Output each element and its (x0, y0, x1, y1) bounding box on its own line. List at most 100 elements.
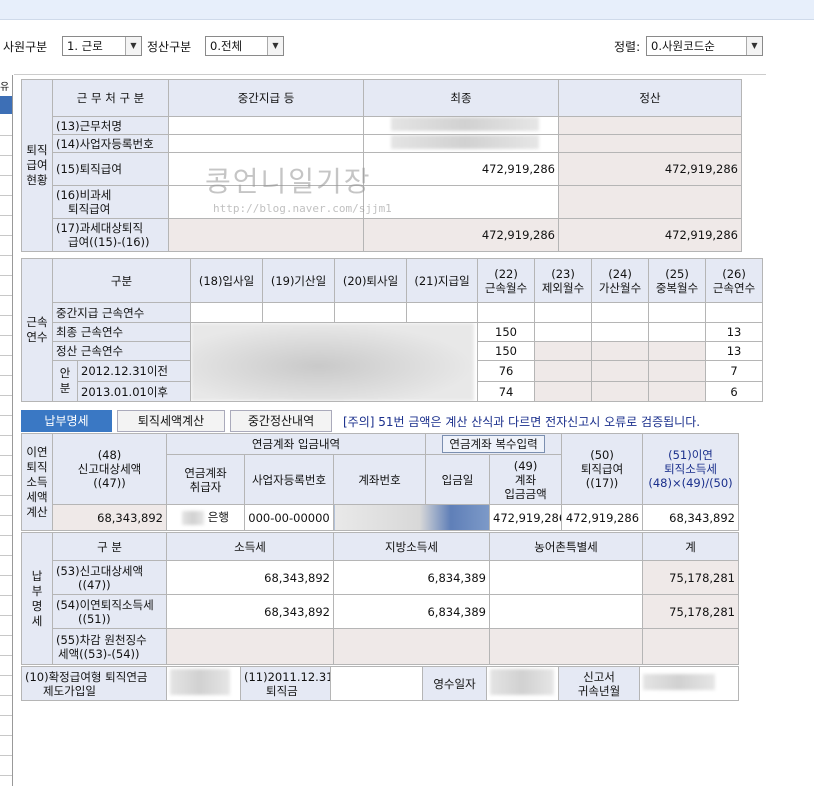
tab-mid-settlement[interactable]: 중간정산내역 (230, 410, 332, 432)
pension-bank[interactable]: 은행 (166, 504, 245, 531)
r53-local[interactable]: 6,834,389 (333, 560, 490, 595)
r55-local (333, 628, 490, 665)
row-line (0, 695, 12, 696)
r17-mid-cell (168, 218, 364, 252)
chevron-down-icon[interactable]: ▼ (746, 37, 762, 55)
employee-list-strip[interactable]: 유 (0, 75, 13, 786)
final-23[interactable] (534, 322, 593, 342)
r54-local[interactable]: 6,834,389 (333, 594, 490, 629)
final-25[interactable] (648, 322, 707, 342)
col-48-header: (48) 신고대상세액 ((47)) (52, 433, 167, 505)
pre-months[interactable]: 76 (477, 360, 536, 382)
row-17-line1: (17)과세대상퇴직 (56, 221, 144, 235)
handler-line2: 취급자 (189, 479, 222, 494)
multi-account-input-button[interactable]: 연금계좌 복수입력 (442, 435, 545, 453)
c24-num: (24) (608, 266, 632, 281)
r14-mid-cell[interactable] (168, 134, 364, 153)
pre-25 (648, 360, 707, 382)
r54-income[interactable]: 68,343,892 (166, 594, 334, 629)
value-49[interactable]: 472,919,286 (488, 504, 563, 531)
col-25-header: (25) 중복월수 (648, 258, 707, 303)
settle-months[interactable]: 150 (477, 341, 536, 361)
severance-line1: (11)2011.12.31 (244, 669, 331, 684)
row-line (0, 135, 12, 136)
row-16-line2: 퇴직급여 (68, 202, 111, 216)
mid-20[interactable] (334, 302, 408, 323)
col-24-header: (24) 가산월수 (591, 258, 650, 303)
mid-25[interactable] (648, 302, 707, 323)
post-months[interactable]: 74 (477, 381, 536, 402)
tab-payment-details[interactable]: 납부명세 (21, 410, 112, 432)
receipt-date-label: 영수일자 (422, 666, 487, 701)
redacted-account[interactable] (333, 504, 490, 531)
value-51[interactable]: 68,343,892 (642, 504, 740, 531)
row-line (0, 675, 12, 676)
report-period-value[interactable] (639, 666, 739, 701)
row-line (0, 535, 12, 536)
r53-rural[interactable] (489, 560, 643, 595)
row-17-label: (17)과세대상퇴직 급여((15)-(16)) (52, 218, 169, 252)
settle-service-row-label: 정산 근속연수 (51, 341, 192, 361)
top-band (0, 0, 814, 20)
r53-income[interactable]: 68,343,892 (166, 560, 334, 595)
emp-type-select[interactable]: 1. 근로 ▼ (62, 36, 142, 56)
settle-type-value: 0.전체 (210, 39, 243, 53)
mid-26[interactable] (705, 302, 764, 323)
chevron-down-icon[interactable]: ▼ (267, 37, 283, 55)
mid-19[interactable] (262, 302, 336, 323)
bank-label: 은행 (207, 510, 229, 525)
r13-mid-cell[interactable] (168, 116, 364, 135)
chevron-down-icon[interactable]: ▼ (125, 37, 141, 55)
sort-select[interactable]: 0.사원코드순 ▼ (646, 36, 763, 56)
c25-text: 중복월수 (655, 280, 699, 295)
settle-23 (534, 341, 593, 361)
deferred-tax-table: 이연 퇴직 소득 세액 계산 (48) 신고대상세액 ((47)) 연금계좌 입금내… (21, 433, 740, 531)
col-23-header: (23) 제외월수 (534, 258, 593, 303)
r15-final-value[interactable]: 472,919,286 (363, 152, 559, 186)
mid-22[interactable] (477, 302, 536, 323)
row-line (0, 235, 12, 236)
settle-years[interactable]: 13 (705, 341, 764, 361)
pension-bizno-value[interactable]: 000-00-00000 (244, 504, 334, 531)
settle-type-select[interactable]: 0.전체 ▼ (205, 36, 284, 56)
c49-text: 계좌 (514, 472, 537, 487)
row-line (0, 755, 12, 756)
row-55-label: (55)차감 원천징수 세액((53)-(54)) (52, 628, 167, 665)
receipt-date-value[interactable] (486, 666, 559, 701)
pension-header: 연금계좌 입금내역 (166, 433, 426, 455)
handler-line1: 연금계좌 (184, 465, 227, 480)
settle-24 (591, 341, 650, 361)
r13-final-cell[interactable] (363, 116, 559, 135)
redacted-block (490, 669, 554, 695)
severance-2011-value[interactable] (330, 666, 423, 701)
c49-text2: 입금금액 (504, 486, 547, 501)
dc-plan-date[interactable] (166, 666, 241, 701)
c50-text: 퇴직급여 (580, 462, 624, 476)
mid-24[interactable] (591, 302, 650, 323)
final-years[interactable]: 13 (705, 322, 764, 342)
value-50[interactable]: 472,919,286 (561, 504, 644, 531)
c50-num: (50) (590, 448, 614, 462)
post-years[interactable]: 6 (705, 381, 764, 402)
payment-gubun-header: 구 분 (52, 532, 167, 561)
row-16-line1: (16)비과세 (56, 188, 112, 202)
row-13-label: (13)근무처명 (52, 116, 169, 135)
pre-years[interactable]: 7 (705, 360, 764, 382)
c50-ref: ((17)) (585, 476, 619, 490)
r54-rural[interactable] (489, 594, 643, 629)
final-24[interactable] (591, 322, 650, 342)
selected-row-marker[interactable] (0, 96, 12, 114)
final-col-header: 최종 (363, 79, 559, 117)
r16-final-cell[interactable] (363, 185, 559, 219)
row-line (0, 655, 12, 656)
mid-18[interactable] (190, 302, 264, 323)
final-months[interactable]: 150 (477, 322, 536, 342)
mid-21[interactable] (406, 302, 479, 323)
c51-text: 퇴직소득세 (664, 462, 717, 476)
row-line (0, 155, 12, 156)
report-period-label: 신고서 귀속년월 (558, 666, 640, 701)
r14-final-cell[interactable] (363, 134, 559, 153)
row-14-label: (14)사업자등록번호 (52, 134, 169, 153)
tab-tax-calc[interactable]: 퇴직세액계산 (117, 410, 225, 432)
mid-23[interactable] (534, 302, 593, 323)
